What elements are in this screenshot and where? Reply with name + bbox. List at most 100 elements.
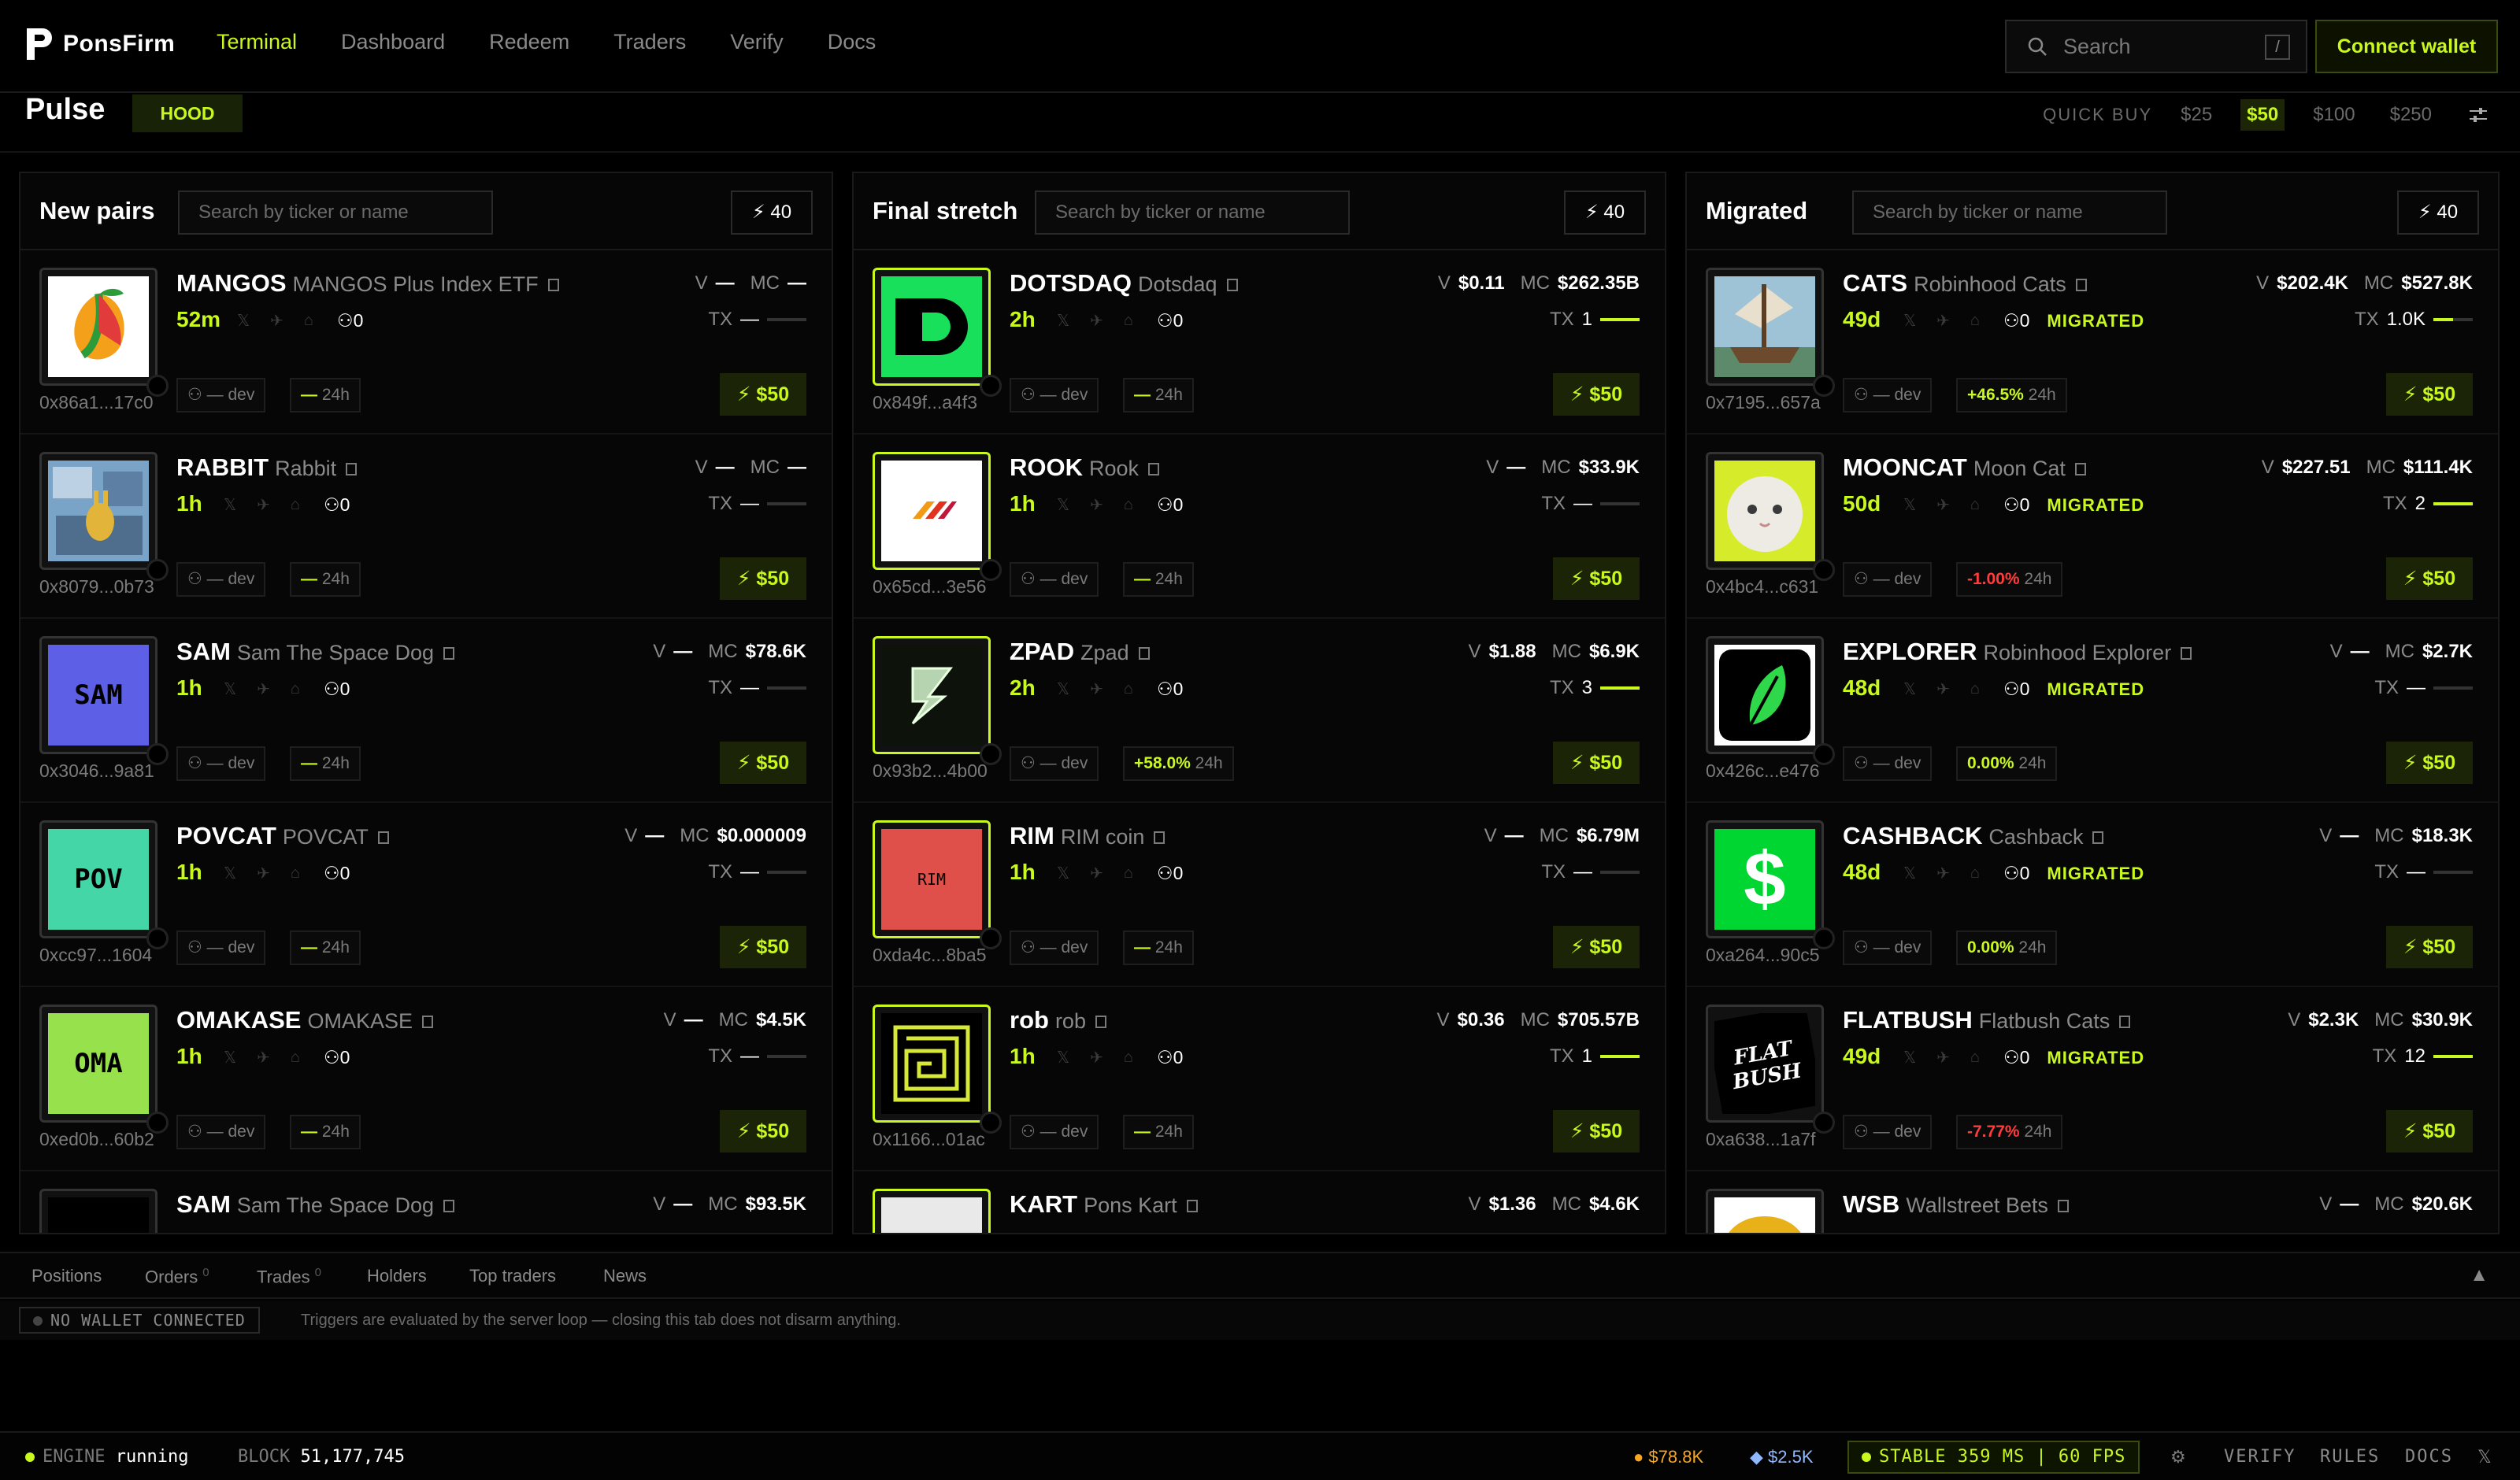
- telegram-icon[interactable]: ✈: [1936, 1048, 1950, 1067]
- sliders-icon[interactable]: [2468, 105, 2488, 125]
- web-icon[interactable]: ⌂: [1124, 680, 1133, 698]
- token-address[interactable]: 0xda4c...8ba5: [873, 945, 987, 966]
- copy-icon[interactable]: [346, 462, 358, 475]
- token-thumbnail[interactable]: [873, 636, 991, 754]
- web-icon[interactable]: ⌂: [1970, 1049, 1980, 1067]
- token-address[interactable]: 0x849f...a4f3: [873, 392, 977, 413]
- quick-buy-button[interactable]: ⚡ $50: [720, 1110, 806, 1153]
- x-social-icon[interactable]: 𝕏: [1057, 679, 1069, 699]
- token-card[interactable]: 0x1166...01ac rob rob V $0.36 MC $705.57B 1h 𝕏 …: [854, 987, 1665, 1171]
- nav-verify[interactable]: Verify: [730, 30, 784, 54]
- quick-buy-button[interactable]: ⚡ $50: [720, 926, 806, 968]
- token-address[interactable]: 0x1166...01ac: [873, 1129, 985, 1150]
- connect-wallet-button[interactable]: Connect wallet: [2315, 20, 2498, 73]
- x-social-icon[interactable]: 𝕏: [1057, 495, 1069, 515]
- nav-traders[interactable]: Traders: [613, 30, 686, 54]
- quick-buy-button[interactable]: ⚡ $50: [720, 557, 806, 600]
- token-card[interactable]: SAM 0x3046...9a81 SAM Sam The Space Dog V — MC…: [20, 619, 832, 803]
- column-search-input[interactable]: Search by ticker or name: [178, 191, 493, 235]
- telegram-icon[interactable]: ✈: [1090, 679, 1103, 699]
- token-thumbnail[interactable]: RIM: [873, 820, 991, 938]
- x-social-icon[interactable]: 𝕏: [1903, 495, 1916, 515]
- token-ticker[interactable]: MOONCAT Moon Cat: [1843, 453, 2086, 482]
- token-card[interactable]: SAM Sam The Space Dog V — MC $93.5K: [20, 1171, 832, 1233]
- global-search-input[interactable]: Search /: [2005, 20, 2307, 73]
- token-thumbnail[interactable]: [1706, 268, 1824, 386]
- x-social-icon[interactable]: 𝕏: [237, 311, 250, 331]
- footer-link-verify[interactable]: VERIFY: [2224, 1447, 2296, 1467]
- copy-icon[interactable]: [1154, 831, 1166, 844]
- chain-chip[interactable]: HOOD: [132, 94, 243, 132]
- token-card[interactable]: 0x4bc4...c631 MOONCAT Moon Cat V $227.51 MC $1…: [1687, 435, 2498, 619]
- token-thumbnail[interactable]: [873, 452, 991, 570]
- web-icon[interactable]: ⌂: [291, 864, 300, 882]
- quick-buy-button[interactable]: ⚡ $50: [2386, 373, 2473, 416]
- token-card[interactable]: 0x7195...657a CATS Robinhood Cats V $202.4K M…: [1687, 250, 2498, 435]
- gear-icon[interactable]: ⚙: [2170, 1447, 2186, 1467]
- quick-buy-button[interactable]: ⚡ $50: [1553, 1110, 1640, 1153]
- token-card[interactable]: KART Pons Kart V $1.36 MC $4.6K: [854, 1171, 1665, 1233]
- token-address[interactable]: 0x93b2...4b00: [873, 760, 988, 782]
- web-icon[interactable]: ⌂: [1970, 312, 1980, 330]
- token-card[interactable]: 0x65cd...3e56 ROOK Rook V — MC $33.9K 1h 𝕏 ✈ ⌂ …: [854, 435, 1665, 619]
- token-ticker[interactable]: RABBIT Rabbit: [176, 453, 358, 482]
- quick-buy-button[interactable]: ⚡ $50: [1553, 742, 1640, 784]
- token-ticker[interactable]: EXPLORER Robinhood Explorer: [1843, 638, 2192, 666]
- token-ticker[interactable]: WSB Wallstreet Bets: [1843, 1190, 2069, 1219]
- copy-icon[interactable]: [2092, 831, 2104, 844]
- x-social-icon[interactable]: 𝕏: [1903, 311, 1916, 331]
- token-thumbnail[interactable]: FLAT BUSH: [1706, 1005, 1824, 1123]
- quick-buy-button[interactable]: ⚡ $50: [2386, 557, 2473, 600]
- tab-news[interactable]: News: [603, 1266, 647, 1286]
- token-card[interactable]: FLAT BUSH 0xa638...1a7f FLATBUSH Flatbush Ca…: [1687, 987, 2498, 1171]
- web-icon[interactable]: ⌂: [1124, 1049, 1133, 1067]
- nav-dashboard[interactable]: Dashboard: [341, 30, 445, 54]
- x-social-icon[interactable]: 𝕏: [1057, 864, 1069, 883]
- token-thumbnail[interactable]: $: [1706, 820, 1824, 938]
- copy-icon[interactable]: [443, 646, 455, 660]
- token-thumbnail[interactable]: [1706, 452, 1824, 570]
- copy-icon[interactable]: [377, 831, 389, 844]
- copy-icon[interactable]: [422, 1015, 433, 1028]
- token-ticker[interactable]: rob rob: [1010, 1006, 1106, 1034]
- token-address[interactable]: 0xed0b...60b2: [39, 1129, 154, 1150]
- column-count-button[interactable]: ⚡ 40: [731, 191, 813, 235]
- web-icon[interactable]: ⌂: [1124, 312, 1133, 330]
- copy-icon[interactable]: [1095, 1015, 1106, 1028]
- web-icon[interactable]: ⌂: [1124, 864, 1133, 882]
- token-card[interactable]: 0x93b2...4b00 ZPAD Zpad V $1.88 MC $6.9K 2h 𝕏 ✈…: [854, 619, 1665, 803]
- web-icon[interactable]: ⌂: [1970, 496, 1980, 514]
- column-count-button[interactable]: ⚡ 40: [2397, 191, 2479, 235]
- token-address[interactable]: 0x4bc4...c631: [1706, 576, 1818, 598]
- token-thumbnail[interactable]: [39, 452, 158, 570]
- token-thumbnail[interactable]: [873, 268, 991, 386]
- copy-icon[interactable]: [547, 278, 559, 291]
- nav-redeem[interactable]: Redeem: [489, 30, 569, 54]
- copy-icon[interactable]: [2075, 278, 2087, 291]
- token-address[interactable]: 0x8079...0b73: [39, 576, 154, 598]
- copy-icon[interactable]: [1138, 646, 1150, 660]
- telegram-icon[interactable]: ✈: [257, 495, 270, 515]
- web-icon[interactable]: ⌂: [291, 680, 300, 698]
- token-ticker[interactable]: SAM Sam The Space Dog: [176, 638, 455, 666]
- copy-icon[interactable]: [443, 1199, 455, 1212]
- web-icon[interactable]: ⌂: [1970, 864, 1980, 882]
- tab-top-traders[interactable]: Top traders: [469, 1266, 556, 1286]
- quick-buy-button[interactable]: ⚡ $50: [2386, 742, 2473, 784]
- telegram-icon[interactable]: ✈: [270, 311, 284, 331]
- token-card[interactable]: 0x8079...0b73 RABBIT Rabbit V — MC — 1h 𝕏 ✈ ⌂ ⚇…: [20, 435, 832, 619]
- tab-orders[interactable]: Orders 0: [145, 1266, 209, 1287]
- copy-icon[interactable]: [2057, 1199, 2069, 1212]
- telegram-icon[interactable]: ✈: [1936, 864, 1950, 883]
- token-ticker[interactable]: OMAKASE OMAKASE: [176, 1006, 433, 1034]
- token-address[interactable]: 0xa638...1a7f: [1706, 1129, 1815, 1150]
- web-icon[interactable]: ⌂: [304, 312, 313, 330]
- quick-buy-button[interactable]: ⚡ $50: [1553, 557, 1640, 600]
- token-thumbnail[interactable]: [1706, 1189, 1824, 1233]
- token-ticker[interactable]: SAM Sam The Space Dog: [176, 1190, 455, 1219]
- token-thumbnail[interactable]: [39, 1189, 158, 1233]
- token-card[interactable]: POV 0xcc97...1604 POVCAT POVCAT V — MC $0.00000…: [20, 803, 832, 987]
- quick-buy-50[interactable]: $50: [2240, 99, 2285, 131]
- token-ticker[interactable]: RIM RIM coin: [1010, 822, 1166, 850]
- token-ticker[interactable]: MANGOS MANGOS Plus Index ETF: [176, 269, 559, 298]
